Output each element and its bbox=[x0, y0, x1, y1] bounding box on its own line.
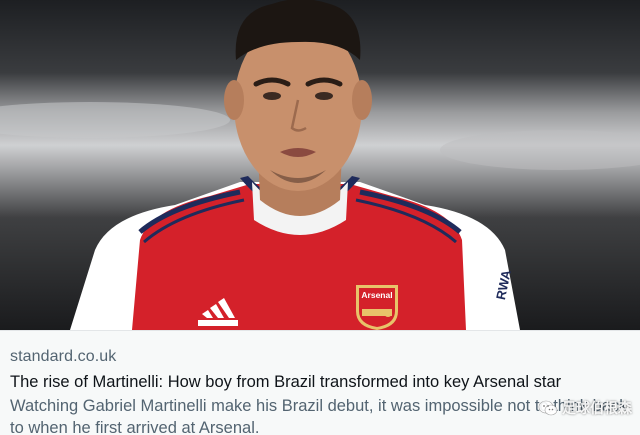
link-preview-card[interactable]: Arsenal RWA standard.co.uk The rise of M… bbox=[0, 0, 640, 435]
watermark: 足球伯根森 bbox=[538, 398, 632, 418]
watermark-text: 足球伯根森 bbox=[562, 400, 632, 416]
link-preview-text[interactable]: standard.co.uk The rise of Martinelli: H… bbox=[0, 330, 640, 435]
arsenal-crest: Arsenal bbox=[354, 283, 400, 330]
article-image: Arsenal RWA bbox=[0, 0, 640, 330]
article-title[interactable]: The rise of Martinelli: How boy from Bra… bbox=[10, 373, 635, 392]
wechat-icon bbox=[538, 400, 558, 416]
adidas-logo bbox=[196, 294, 240, 328]
crest-text: Arsenal bbox=[361, 290, 393, 300]
source-domain: standard.co.uk bbox=[10, 348, 117, 365]
